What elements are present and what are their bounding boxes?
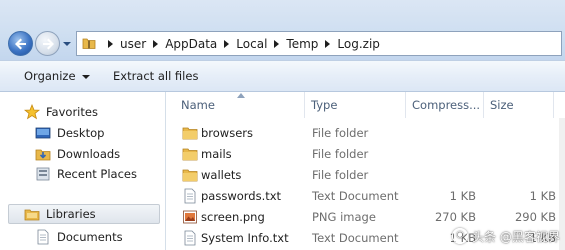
folder-icon [182,127,198,140]
column-header-type-label: Type [311,98,338,112]
desktop-icon [35,127,51,139]
back-arrow-icon [15,38,26,50]
breadcrumb-separator-icon[interactable] [224,39,230,48]
nav-desktop[interactable]: Desktop [35,123,104,143]
folder-icon [182,148,198,161]
downloads-icon [35,149,51,161]
watermark-text: 头条 @黑客视界 [472,229,560,244]
file-name: mails [201,147,232,161]
file-type: PNG image [312,210,376,224]
zip-folder-icon [82,38,96,49]
back-button[interactable] [8,31,33,56]
watermark: ◉ 头条 @黑客视界 [452,226,560,246]
breadcrumb: user AppData Local Temp Log.zip [101,32,380,55]
extract-all-files-button[interactable]: Extract all files [113,69,198,83]
organize-label: Organize [24,69,76,83]
file-type: Text Document [312,189,399,203]
file-name: passwords.txt [201,189,282,203]
text-file-icon [184,230,196,246]
file-type: File folder [312,147,369,161]
breadcrumb-appdata[interactable]: AppData [165,37,217,51]
column-header-name[interactable]: Name [175,92,305,118]
breadcrumb-separator-icon[interactable] [153,39,159,48]
nav-libraries-label: Libraries [46,207,96,221]
file-name: screen.png [201,210,265,224]
breadcrumb-separator-icon[interactable] [325,39,331,48]
table-row[interactable]: passwords.txt Text Document 1 KB 1 KB [167,186,565,207]
file-size: 290 KB [514,210,556,224]
file-name: wallets [201,168,242,182]
breadcrumb-separator-icon[interactable] [274,39,280,48]
nav-favorites[interactable]: Favorites [24,102,98,122]
extract-all-files-label: Extract all files [113,69,199,83]
address-bar-area: user AppData Local Temp Log.zip [0,0,565,60]
column-header-name-label: Name [181,98,215,112]
star-icon [24,104,40,120]
text-file-icon [184,188,196,204]
file-name: System Info.txt [201,231,289,245]
breadcrumb-local[interactable]: Local [236,37,267,51]
nav-documents[interactable]: Documents [35,227,123,247]
file-compressed-size: 1 KB [449,189,476,203]
watermark-logo-icon: ◉ [452,228,468,244]
column-header-type[interactable]: Type [305,92,406,118]
documents-icon [37,229,49,245]
forward-button[interactable] [35,31,60,56]
address-box[interactable]: user AppData Local Temp Log.zip [76,31,562,56]
organize-button[interactable]: Organize [24,69,90,83]
column-headers: Name Type Compress... Size [167,92,565,118]
nav-downloads[interactable]: Downloads [35,144,120,164]
breadcrumb-separator-icon[interactable] [108,39,113,48]
file-type: File folder [312,126,369,140]
breadcrumb-log-zip[interactable]: Log.zip [337,37,380,51]
sort-ascending-icon [237,93,245,98]
chevron-down-icon [81,74,90,79]
nav-desktop-label: Desktop [57,126,105,140]
recent-places-icon [36,167,50,181]
file-compressed-size: 270 KB [434,210,476,224]
nav-recent-places-label: Recent Places [57,167,137,181]
file-name: browsers [201,126,254,140]
nav-favorites-label: Favorites [46,105,98,119]
breadcrumb-user[interactable]: user [120,37,146,51]
column-header-compressed-size[interactable]: Compress... [406,92,484,118]
libraries-icon [24,209,40,221]
nav-documents-label: Documents [57,230,123,244]
file-size: 1 KB [529,189,556,203]
image-file-icon [183,210,197,224]
nav-recent-places[interactable]: Recent Places [35,164,137,184]
recent-pages-dropdown-icon[interactable] [62,40,72,48]
file-type: File folder [312,168,369,182]
column-header-compressed-label: Compress... [412,98,481,112]
forward-arrow-icon [43,38,54,50]
folder-icon [182,169,198,182]
breadcrumb-temp[interactable]: Temp [286,37,318,51]
column-header-size[interactable]: Size [484,92,554,118]
command-bar: Organize Extract all files [0,60,565,92]
file-type: Text Document [312,231,399,245]
table-row[interactable]: mails File folder [167,144,565,165]
nav-downloads-label: Downloads [57,147,121,161]
table-row[interactable]: screen.png PNG image 270 KB 290 KB [167,207,565,228]
column-header-size-label: Size [490,98,514,112]
table-row[interactable]: wallets File folder [167,165,565,186]
table-row[interactable]: browsers File folder [167,123,565,144]
nav-libraries[interactable]: Libraries [8,204,160,224]
navigation-pane: Favorites Desktop Downloads Recent Place… [0,92,166,250]
